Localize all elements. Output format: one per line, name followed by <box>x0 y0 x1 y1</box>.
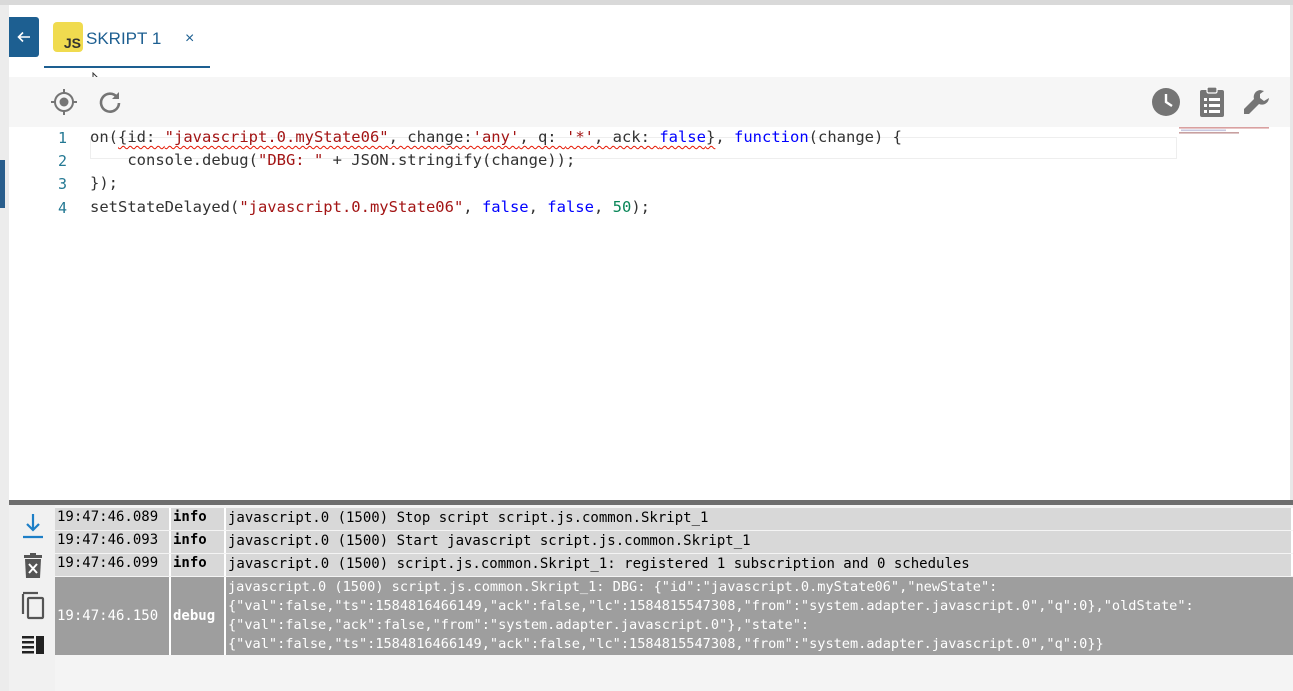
javascript-icon: JS <box>53 22 83 52</box>
code-token: , <box>715 128 734 146</box>
code-keyword: false <box>659 128 706 146</box>
log-level: info <box>171 508 226 530</box>
code-token: + JSON.stringify(change)); <box>323 151 576 169</box>
log-level: info <box>171 531 226 553</box>
code-token: , <box>593 198 613 216</box>
log-level: debug <box>171 577 226 655</box>
code-token: console.debug( <box>127 151 258 169</box>
code-token: , <box>528 198 548 216</box>
log-row[interactable]: 19:47:46.093 info javascript.0 (1500) St… <box>55 531 1293 553</box>
log-message: javascript.0 (1500) script.js.common.Skr… <box>228 579 1194 652</box>
line-number: 3 <box>57 175 67 193</box>
copy-icon[interactable] <box>20 590 46 620</box>
log-time: 19:47:46.099 <box>55 554 171 576</box>
code-token: , ack: <box>593 128 660 146</box>
code-number: 50 <box>612 198 632 216</box>
code-editor[interactable]: 1 2 3 4 on({id: "javascript.0.myState06"… <box>9 127 1290 501</box>
log-time: 19:47:46.089 <box>55 508 171 530</box>
log-row[interactable]: 19:47:46.150 debug javascript.0 (1500) s… <box>55 577 1293 655</box>
code-string: "javascript.0.myState06" <box>164 128 389 146</box>
code-line-1[interactable]: on({id: "javascript.0.myState06", change… <box>90 128 902 146</box>
code-line-3[interactable]: }); <box>90 174 118 192</box>
scroll-down-icon[interactable] <box>20 512 46 540</box>
delete-log-icon[interactable] <box>20 552 46 580</box>
code-line-4[interactable]: setStateDelayed("javascript.0.myState06"… <box>90 198 650 216</box>
code-token: }); <box>90 174 118 192</box>
code-token: (change) { <box>808 128 902 146</box>
code-string: '*' <box>565 128 594 146</box>
editor-toolbar <box>9 77 1290 127</box>
code-error-range: {id: "javascript.0.myState06", change:'a… <box>118 128 715 146</box>
log-time: 19:47:46.093 <box>55 531 171 553</box>
log-message: javascript.0 (1500) script.js.common.Skr… <box>226 554 1293 576</box>
clock-icon[interactable] <box>1151 87 1181 117</box>
refresh-icon[interactable] <box>96 88 124 116</box>
code-keyword: false <box>481 198 529 216</box>
code-token: on( <box>90 128 118 146</box>
code-string: "DBG: " <box>257 151 324 169</box>
log-row[interactable]: 19:47:46.089 info javascript.0 (1500) St… <box>55 508 1293 530</box>
tab-active-indicator <box>44 66 210 68</box>
code-line-2[interactable]: console.debug("DBG: " + JSON.stringify(c… <box>90 151 575 169</box>
code-token: } <box>705 128 716 146</box>
code-string: "javascript.0.myState06" <box>239 198 464 216</box>
line-number: 1 <box>57 129 67 147</box>
tab-title[interactable]: SKRIPT 1 <box>86 29 161 49</box>
code-token: , q: <box>519 128 566 146</box>
toggle-view-icon[interactable] <box>20 633 46 657</box>
crosshair-icon[interactable] <box>50 88 78 116</box>
wrench-icon[interactable] <box>1241 87 1272 117</box>
log-time: 19:47:46.150 <box>55 577 171 655</box>
log-message: javascript.0 (1500) Start javascript scr… <box>226 531 1293 553</box>
code-keyword: false <box>547 198 594 216</box>
clipboard-icon[interactable] <box>1198 86 1226 118</box>
code-string: 'any' <box>472 128 520 146</box>
code-keyword: function <box>734 128 809 146</box>
code-token: setStateDelayed( <box>90 198 240 216</box>
log-row[interactable]: 19:47:46.099 info javascript.0 (1500) sc… <box>55 554 1293 576</box>
back-button[interactable] <box>9 17 39 57</box>
left-panel-edge <box>0 5 9 691</box>
javascript-icon-label: JS <box>63 35 81 51</box>
minimap[interactable] <box>1179 127 1289 135</box>
log-level: info <box>171 554 226 576</box>
line-number: 2 <box>57 152 67 170</box>
code-token: , change: <box>388 128 473 146</box>
arrow-left-icon <box>17 31 30 43</box>
line-number: 4 <box>57 199 67 217</box>
code-token: , <box>463 198 482 216</box>
code-token: ); <box>631 198 650 216</box>
tab-close-button[interactable]: × <box>185 30 194 48</box>
log-message: javascript.0 (1500) Stop script script.j… <box>226 508 1293 530</box>
left-panel-indicator <box>0 160 5 208</box>
code-token: {id: <box>118 128 165 146</box>
